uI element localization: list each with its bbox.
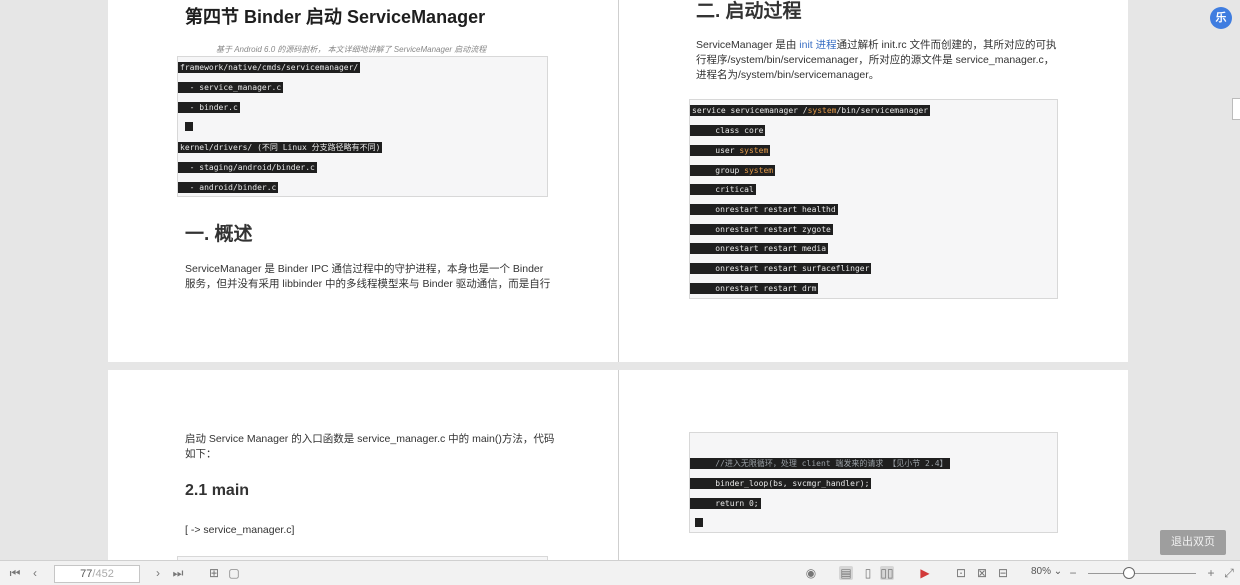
code-line: user system <box>690 145 771 156</box>
code-block-initrc: service servicemanager /system/bin/servi… <box>689 99 1058 299</box>
eye-care-icon[interactable]: ◉ <box>804 566 818 580</box>
exit-double-page-button[interactable]: 退出双页 <box>1160 530 1226 555</box>
code-line: framework/native/cmds/servicemanager/ <box>178 62 361 73</box>
page-spread-top: 第四节 Binder 启动 ServiceManager 基于 Android … <box>108 0 1128 362</box>
assistant-fab-button[interactable]: 乐 <box>1210 7 1232 29</box>
page-divider <box>618 370 619 560</box>
intro-line-3: 进程名为/system/bin/servicemanager。 <box>696 69 880 81</box>
overview-line-2: 服务，但并没有采用 libbinder 中的多线程模型来与 Binder 驱动通… <box>185 278 551 290</box>
first-page-icon[interactable]: ⏮ <box>8 566 22 580</box>
source-reference: [ -> service_manager.c] <box>185 524 295 536</box>
chapter-caption: 基于 Android 6.0 的源码剖析， 本文详细地讲解了 ServiceMa… <box>216 45 487 54</box>
code-line: - service_manager.c <box>178 82 284 93</box>
intro-line-2: 行程序/system/bin/servicemanager，所对应的源文件是 s… <box>696 54 1055 66</box>
zoom-slider[interactable] <box>1088 573 1196 574</box>
bottom-toolbar: ⏮ ‹ 77/452 › ⏭ ⊞ ▢ ◉ ▤ ▯ ▯▯ ▶ ⊡ ⊠ ⊟ 80% … <box>0 560 1240 585</box>
chapter-title: 第四节 Binder 启动 ServiceManager <box>185 7 486 27</box>
code-line: service servicemanager /system/bin/servi… <box>690 105 931 116</box>
code-line: - staging/android/binder.c <box>178 162 317 173</box>
code-block-paths: framework/native/cmds/servicemanager/ - … <box>177 56 548 197</box>
code-cursor <box>185 122 193 131</box>
code-line: kernel/drivers/ (不同 Linux 分支路径略有不同) <box>178 142 383 153</box>
next-page-icon[interactable]: › <box>151 566 165 580</box>
page-thumbnail-icon[interactable]: ▢ <box>227 566 241 580</box>
double-page-icon[interactable]: ▯▯ <box>880 566 894 580</box>
code-line: onrestart restart zygote <box>690 224 833 235</box>
code-block-main-tail: //进入无限循环，处理 client 端发来的请求 【见小节 2.4】 bind… <box>689 432 1058 533</box>
intro-text: ServiceManager 是由 <box>696 39 800 51</box>
fit-width-icon[interactable]: ⊡ <box>954 566 968 580</box>
subsection-heading-main: 2.1 main <box>185 482 250 499</box>
code-line: onrestart restart drm <box>690 283 819 294</box>
zoom-out-icon[interactable]: − <box>1066 566 1080 580</box>
code-line: onrestart restart healthd <box>690 204 838 215</box>
main-intro-line-1: 启动 Service Manager 的入口函数是 service_manage… <box>185 433 555 445</box>
code-line: - binder.c <box>178 102 240 113</box>
init-process-link[interactable]: init 进程 <box>799 39 836 51</box>
main-intro-line-2: 如下： <box>185 448 217 460</box>
code-line: onrestart restart surfaceflinger <box>690 263 872 274</box>
code-line: onrestart restart media <box>690 243 829 254</box>
code-cursor <box>695 518 703 527</box>
startup-paragraph: ServiceManager 是由 init 进程通过解析 init.rc 文件… <box>696 38 1076 83</box>
single-page-icon[interactable]: ▯ <box>861 566 875 580</box>
continuous-view-icon[interactable]: ▤ <box>839 566 853 580</box>
main-intro-paragraph: 启动 Service Manager 的入口函数是 service_manage… <box>185 432 565 462</box>
actual-size-icon[interactable]: ⊟ <box>996 566 1010 580</box>
code-line: - android/binder.c <box>178 182 279 193</box>
fit-page-icon[interactable]: ⊠ <box>975 566 989 580</box>
zoom-in-icon[interactable]: + <box>1204 566 1218 580</box>
code-line: critical <box>690 184 756 195</box>
code-line: class core <box>690 125 766 136</box>
side-panel-handle[interactable] <box>1232 98 1240 120</box>
code-line: binder_loop(bs, svcmgr_handler); <box>690 478 872 489</box>
section-heading-startup: 二. 启动过程 <box>696 1 802 22</box>
insert-page-icon[interactable]: ⊞ <box>207 566 221 580</box>
code-line: return 0; <box>690 498 761 509</box>
page-divider <box>618 0 619 362</box>
intro-text: 通过解析 init.rc 文件而创建的，其所对应的可执 <box>836 39 1057 51</box>
zoom-slider-thumb[interactable] <box>1122 567 1135 579</box>
fullscreen-icon[interactable]: ⤢ <box>1222 566 1236 580</box>
code-line: //进入无限循环，处理 client 端发来的请求 【见小节 2.4】 <box>690 458 950 469</box>
section-heading-overview: 一. 概述 <box>185 224 253 245</box>
overview-line-1: ServiceManager 是 Binder IPC 通信过程中的守护进程，本… <box>185 263 544 275</box>
last-page-icon[interactable]: ⏭ <box>171 566 185 580</box>
page-spread-bottom: 启动 Service Manager 的入口函数是 service_manage… <box>108 370 1128 560</box>
prev-page-icon[interactable]: ‹ <box>28 566 42 580</box>
page-number-input[interactable]: 77/452 <box>54 565 140 583</box>
zoom-level-dropdown[interactable]: 80% ⌄ <box>1031 566 1062 577</box>
overview-paragraph: ServiceManager 是 Binder IPC 通信过程中的守护进程，本… <box>185 262 565 292</box>
play-icon[interactable]: ▶ <box>918 566 932 580</box>
code-line: group system <box>690 165 776 176</box>
